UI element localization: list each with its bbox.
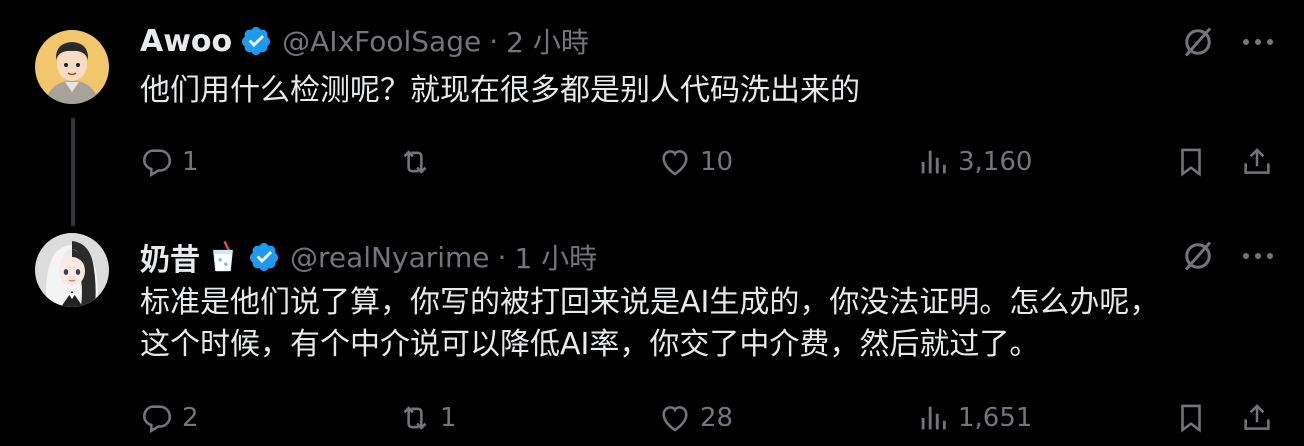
- reply-count: 1: [182, 147, 199, 177]
- like-count: 10: [700, 147, 734, 177]
- timestamp[interactable]: 1 小時: [514, 237, 597, 277]
- view-count: 1,651: [958, 403, 1033, 433]
- tweet-text-line: 标准是他们说了算，你写的被打回来说是AI生成的，你没法证明。怎么办呢，: [140, 285, 1160, 320]
- tweet-text: 他们用什么检测呢？就现在很多都是别人代码洗出来的: [140, 73, 860, 108]
- like-button[interactable]: 10: [658, 140, 733, 184]
- share-icon: [1244, 404, 1270, 430]
- reply-button[interactable]: 1: [140, 140, 199, 184]
- grok-icon[interactable]: [1180, 238, 1216, 274]
- avatar[interactable]: [35, 233, 109, 307]
- handle[interactable]: @realNyarime: [290, 241, 490, 274]
- share-button[interactable]: [1240, 396, 1274, 440]
- timestamp[interactable]: 2 小時: [506, 21, 589, 61]
- more-options-icon[interactable]: [1240, 250, 1276, 262]
- tweet-text: 标准是他们说了算，你写的被打回来说是AI生成的，你没法证明。怎么办呢， 这个时候…: [140, 282, 1280, 366]
- bookmark-icon: [1181, 148, 1201, 177]
- share-icon: [1244, 148, 1270, 174]
- retweet-icon: [403, 406, 427, 430]
- verified-badge-icon: [249, 243, 278, 271]
- more-options-icon[interactable]: [1240, 36, 1276, 48]
- analytics-icon: [921, 150, 946, 174]
- views-button[interactable]: 1,651: [916, 396, 1032, 440]
- retweet-icon: [403, 150, 427, 174]
- views-button[interactable]: 3,160: [916, 140, 1032, 184]
- view-count: 3,160: [958, 147, 1033, 177]
- reply-count: 2: [182, 403, 199, 433]
- bookmark-icon: [1181, 404, 1201, 433]
- grok-icon[interactable]: [1180, 24, 1216, 60]
- cartoon-man-avatar-icon: [35, 30, 109, 104]
- anime-girl-avatar-icon: [35, 233, 109, 307]
- like-button[interactable]: 28: [658, 396, 733, 440]
- tweet-text-line: 这个时候，有个中介说可以降低AI率，你交了中介费，然后就过了。: [140, 327, 1040, 362]
- display-name[interactable]: 奶昔: [140, 235, 200, 279]
- like-count: 28: [700, 403, 734, 433]
- retweet-button[interactable]: 1: [398, 396, 457, 440]
- reply-icon: [142, 405, 172, 434]
- handle[interactable]: @AIxFoolSage: [282, 25, 481, 58]
- analytics-icon: [921, 406, 946, 430]
- reply-button[interactable]: 2: [140, 396, 199, 440]
- tweet-header: 奶昔 @realNyarime · 1 小時: [140, 235, 597, 279]
- reply-icon: [142, 149, 172, 178]
- milkshake-emoji-icon: [213, 240, 233, 272]
- heart-icon: [662, 406, 688, 432]
- verified-badge-icon: [242, 27, 271, 55]
- retweet-button[interactable]: [398, 140, 440, 184]
- avatar[interactable]: [35, 30, 109, 104]
- action-bar: 1 10 3,160: [0, 140, 1304, 184]
- retweet-count: 1: [440, 403, 457, 433]
- display-name[interactable]: Awoo: [140, 24, 232, 59]
- tweet-header: Awoo @AIxFoolSage · 2 小時: [140, 21, 589, 61]
- share-button[interactable]: [1240, 140, 1274, 184]
- bookmark-button[interactable]: [1174, 140, 1208, 184]
- bookmark-button[interactable]: [1174, 396, 1208, 440]
- separator: ·: [497, 240, 507, 274]
- heart-icon: [662, 150, 688, 176]
- separator: ·: [489, 24, 499, 58]
- action-bar: 2 1 28 1,651: [0, 396, 1304, 440]
